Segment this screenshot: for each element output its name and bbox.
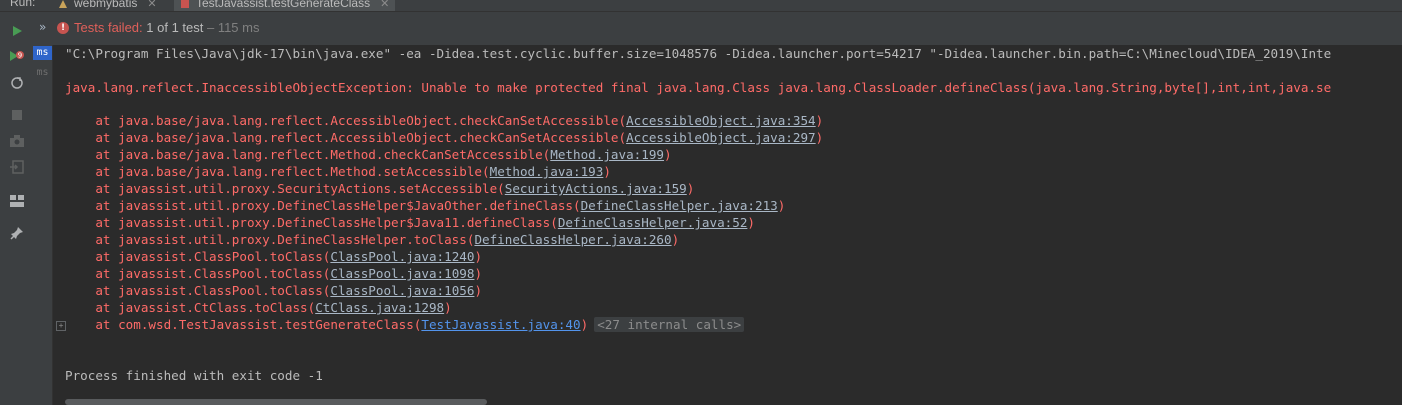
layout-button[interactable]	[8, 192, 26, 210]
tab-testgenerateclass[interactable]: TestJavassist.testGenerateClass ✕	[174, 0, 396, 11]
tab-webmybatis[interactable]: webmybatis ✕	[58, 0, 157, 11]
frame-text: at javassist.util.proxy.DefineClassHelpe…	[65, 232, 475, 247]
camera-icon	[10, 135, 24, 147]
tests-failed-label: Tests failed:	[74, 20, 143, 35]
rerun-failed-button[interactable]: 9	[8, 48, 26, 66]
dump-threads-button[interactable]	[8, 132, 26, 150]
frame-text: at java.base/java.lang.reflect.Method.se…	[65, 164, 490, 179]
frame-suffix: )	[664, 147, 672, 162]
horizontal-scrollbar[interactable]	[65, 399, 487, 405]
stack-frame: at javassist.ClassPool.toClass(ClassPool…	[65, 248, 482, 265]
source-link[interactable]: ClassPool.java:1056	[330, 283, 474, 298]
stack-frame-last: at com.wsd.TestJavassist.testGenerateCla…	[65, 316, 745, 333]
left-toolbar: 9	[0, 12, 34, 405]
stop-icon	[12, 110, 22, 120]
pin-tab-button[interactable]	[8, 224, 26, 242]
frame-suffix: )	[777, 198, 786, 213]
test-count: 1 of 1 test	[142, 20, 204, 35]
frame-text: at javassist.ClassPool.toClass(	[65, 266, 331, 281]
source-link[interactable]: AccessibleObject.java:354	[626, 113, 816, 128]
source-link[interactable]: SecurityActions.java:159	[505, 181, 687, 196]
frame-text: at javassist.util.proxy.SecurityActions.…	[65, 181, 505, 196]
frame-text: at javassist.ClassPool.toClass(	[65, 249, 331, 264]
source-link[interactable]: CtClass.java:1298	[315, 300, 444, 315]
stop-button[interactable]	[8, 106, 26, 124]
rerun-button[interactable]	[8, 22, 26, 40]
frame-suffix: )	[815, 130, 824, 145]
source-link[interactable]: AccessibleObject.java:297	[626, 130, 816, 145]
stack-frame: at java.base/java.lang.reflect.Method.se…	[65, 163, 611, 180]
frame-suffix: )	[580, 317, 589, 332]
frame-suffix: )	[815, 113, 824, 128]
close-icon[interactable]: ✕	[380, 0, 389, 10]
frame-suffix: )	[474, 283, 483, 298]
stack-frame: at javassist.CtClass.toClass(CtClass.jav…	[65, 299, 452, 316]
auto-test-icon	[11, 77, 23, 89]
stack-frame: at java.base/java.lang.reflect.Method.ch…	[65, 146, 672, 163]
internal-calls-badge[interactable]: <27 internal calls>	[594, 317, 745, 332]
stack-frame: at javassist.util.proxy.DefineClassHelpe…	[65, 197, 785, 214]
toggle-auto-test-button[interactable]	[8, 74, 26, 92]
source-link[interactable]: Method.java:199	[550, 147, 664, 162]
stack-frame: at javassist.util.proxy.DefineClassHelpe…	[65, 214, 755, 231]
frame-text: at javassist.ClassPool.toClass(	[65, 283, 331, 298]
expand-tree-icon[interactable]: »	[39, 20, 46, 34]
frame-suffix: )	[671, 232, 680, 247]
stack-frame: at javassist.util.proxy.DefineClassHelpe…	[65, 231, 679, 248]
test-status-bar: » ! Tests failed: 1 of 1 test – 115 ms	[33, 12, 1402, 46]
close-icon[interactable]: ✕	[147, 0, 156, 10]
test-summary: Tests failed: 1 of 1 test – 115 ms	[74, 20, 259, 35]
layout-icon	[10, 195, 24, 207]
command-line: "C:\Program Files\Java\jdk-17\bin\java.e…	[65, 46, 1332, 61]
tree-item-test[interactable]: ms	[33, 66, 52, 80]
svg-text:9: 9	[18, 52, 22, 60]
test-duration: – 115 ms	[203, 20, 260, 35]
stack-frame: at javassist.util.proxy.SecurityActions.…	[65, 180, 694, 197]
run-label: Run:	[10, 0, 36, 9]
exit-icon	[10, 160, 24, 174]
frame-suffix: )	[444, 300, 452, 315]
tree-item-root[interactable]: ms	[33, 46, 52, 60]
stack-frame: at javassist.ClassPool.toClass(ClassPool…	[65, 265, 482, 282]
source-link[interactable]: DefineClassHelper.java:260	[474, 232, 671, 247]
test-tree: ms ms	[33, 45, 53, 405]
frame-suffix: )	[474, 249, 483, 264]
tab-label: TestJavassist.testGenerateClass	[196, 0, 371, 10]
frame-suffix: )	[474, 266, 483, 281]
exception-message: java.lang.reflect.InaccessibleObjectExce…	[65, 80, 1332, 95]
console-output[interactable]: "C:\Program Files\Java\jdk-17\bin\java.e…	[53, 45, 1402, 405]
frame-text: at com.wsd.TestJavassist.testGenerateCla…	[65, 317, 422, 332]
stack-frame: at java.base/java.lang.reflect.Accessibl…	[65, 112, 823, 129]
frame-text: at javassist.CtClass.toClass(	[65, 300, 316, 315]
frame-text: at java.base/java.lang.reflect.Accessibl…	[65, 113, 627, 128]
play-icon	[13, 26, 22, 36]
frame-suffix: )	[603, 164, 611, 179]
app-config-icon	[58, 0, 68, 8]
junit-config-icon	[180, 0, 190, 8]
source-link[interactable]: ClassPool.java:1098	[330, 266, 474, 281]
source-link[interactable]: DefineClassHelper.java:213	[581, 198, 778, 213]
rerun-failed-icon: 9	[10, 51, 24, 61]
run-tool-window: Run: webmybatis ✕ TestJavassist.testGene…	[0, 0, 1402, 405]
source-link[interactable]: ClassPool.java:1240	[330, 249, 474, 264]
stack-frame: at javassist.ClassPool.toClass(ClassPool…	[65, 282, 482, 299]
frame-text: at javassist.util.proxy.DefineClassHelpe…	[65, 198, 581, 213]
run-tabs-bar: Run: webmybatis ✕ TestJavassist.testGene…	[0, 0, 1402, 12]
source-link[interactable]: TestJavassist.java:40	[421, 317, 580, 332]
frame-suffix: )	[686, 181, 695, 196]
pin-icon	[10, 227, 23, 240]
frame-text: at java.base/java.lang.reflect.Accessibl…	[65, 130, 627, 145]
frame-text: at java.base/java.lang.reflect.Method.ch…	[65, 147, 551, 162]
exit-message: Process finished with exit code -1	[65, 368, 323, 383]
failure-icon: !	[57, 22, 69, 34]
tab-label: webmybatis	[74, 0, 138, 10]
stack-frame: at java.base/java.lang.reflect.Accessibl…	[65, 129, 823, 146]
frame-text: at javassist.util.proxy.DefineClassHelpe…	[65, 215, 558, 230]
frame-suffix: )	[747, 215, 755, 230]
exit-button[interactable]	[8, 158, 26, 176]
source-link[interactable]: DefineClassHelper.java:52	[558, 215, 748, 230]
source-link[interactable]: Method.java:193	[490, 164, 604, 179]
